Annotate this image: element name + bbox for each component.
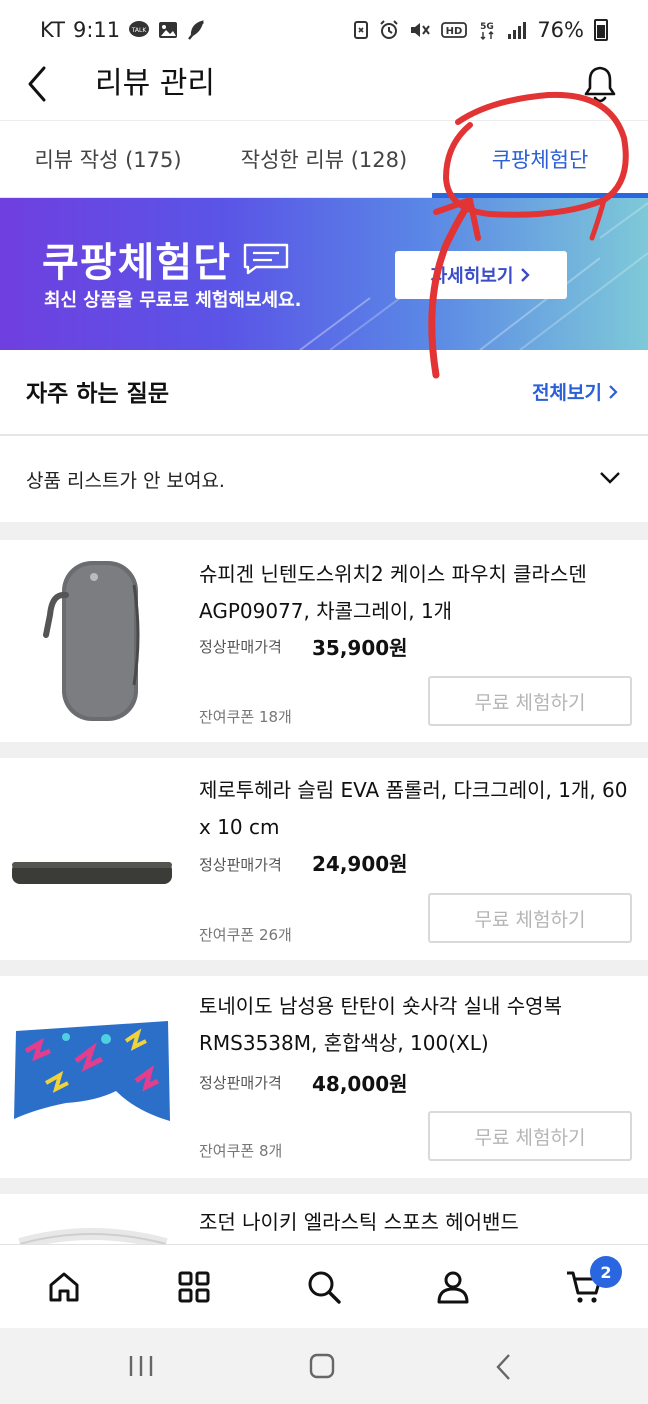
product-price: 24,900원 — [312, 852, 408, 876]
account-icon — [437, 1271, 469, 1304]
bell-icon — [584, 66, 616, 103]
5g-icon: 5G — [480, 22, 494, 40]
price-label: 정상판매가격 — [199, 856, 282, 874]
product-name: 조던 나이키 엘라스틱 스포츠 헤어밴드 — [199, 1210, 519, 1234]
signal-icon — [508, 22, 527, 39]
svg-text:HD: HD — [446, 26, 463, 37]
chevron-right-icon — [521, 268, 531, 282]
back-arrow-icon — [28, 66, 46, 102]
product-name: 제로투헤라 슬림 EVA 폼롤러, 다크그레이, 1개, 60 x 10 cm — [199, 778, 628, 839]
banner-title: 쿠팡체험단 — [42, 240, 231, 286]
remaining-coupons: 잔여쿠폰 26개 — [199, 926, 292, 944]
hd-icon: HD — [441, 22, 468, 38]
price-label: 정상판매가격 — [199, 638, 282, 656]
chevron-down-icon — [600, 472, 620, 484]
faq-title: 자주 하는 질문 — [26, 381, 169, 407]
svg-text:TALK: TALK — [131, 27, 148, 34]
product-card[interactable]: 제로투헤라 슬림 EVA 폼롤러, 다크그레이, 1개, 60 x 10 cm … — [0, 758, 648, 960]
faq-item[interactable]: 상품 리스트가 안 보여요. — [0, 436, 648, 522]
faq-question: 상품 리스트가 안 보여요. — [26, 470, 225, 492]
carrier-label: KT — [40, 18, 65, 42]
tab-coupang-trial[interactable]: 쿠팡체험단 — [432, 121, 648, 199]
product-image-swim-trunks — [14, 1021, 170, 1121]
trial-banner[interactable]: 쿠팡체험단 최신 상품을 무료로 체험해보세요. 자세히보기 — [0, 198, 648, 350]
back-button[interactable] — [22, 62, 62, 106]
section-divider — [0, 522, 648, 540]
alarm-icon — [380, 20, 399, 39]
page-title: 리뷰 관리 — [95, 66, 215, 101]
home-icon — [49, 1272, 79, 1302]
product-price: 35,900원 — [312, 636, 408, 660]
nav-home[interactable] — [40, 1265, 88, 1309]
product-name: 슈피겐 닌텐도스위치2 케이스 파우치 클라스덴 AGP09077, 차콜그레이… — [199, 562, 587, 623]
category-icon — [178, 1271, 210, 1303]
remaining-coupons: 잔여쿠폰 18개 — [199, 708, 292, 726]
nav-search[interactable] — [300, 1265, 348, 1309]
product-image-headband — [18, 1228, 168, 1244]
battery-icon — [594, 19, 608, 41]
search-icon — [308, 1271, 341, 1304]
product-card[interactable]: 토네이도 남성용 탄탄이 숏사각 실내 수영복 RMS3538M, 혼합색상, … — [0, 976, 648, 1178]
banner-detail-button[interactable]: 자세히보기 — [395, 251, 567, 299]
bottom-navigation — [0, 1244, 648, 1328]
free-trial-button[interactable]: 무료 체험하기 — [428, 676, 632, 726]
back-nav-icon[interactable] — [494, 1353, 514, 1381]
chevron-right-icon — [609, 384, 618, 399]
nav-category[interactable] — [170, 1265, 218, 1309]
nfc-icon — [354, 21, 369, 39]
review-tabs: 리뷰 작성 (175) 작성한 리뷰 (128) 쿠팡체험단 — [0, 120, 648, 198]
product-card[interactable]: 슈피겐 닌텐도스위치2 케이스 파우치 클라스덴 AGP09077, 차콜그레이… — [0, 540, 648, 742]
free-trial-button[interactable]: 무료 체험하기 — [428, 893, 632, 943]
recent-apps-icon[interactable] — [128, 1354, 154, 1378]
app-header: 리뷰 관리 — [0, 50, 648, 120]
nav-my-account[interactable] — [429, 1265, 477, 1309]
mute-icon — [411, 23, 431, 37]
chat-bubble-icon — [243, 243, 289, 275]
banner-subtitle: 최신 상품을 무료로 체험해보세요. — [44, 290, 302, 311]
product-image-foam-roller — [12, 862, 172, 884]
home-button-icon[interactable] — [309, 1353, 335, 1379]
notification-button[interactable] — [578, 60, 622, 108]
price-label: 정상판매가격 — [199, 1074, 282, 1092]
section-divider — [0, 742, 648, 758]
time-label: 9:11 — [72, 18, 121, 42]
product-name: 토네이도 남성용 탄탄이 숏사각 실내 수영복 RMS3538M, 혼합색상, … — [199, 994, 562, 1055]
section-divider — [0, 960, 648, 976]
faq-header: 자주 하는 질문 전체보기 — [0, 350, 648, 436]
free-trial-button[interactable]: 무료 체험하기 — [428, 1111, 632, 1161]
tab-written-reviews[interactable]: 작성한 리뷰 (128) — [216, 121, 432, 199]
cart-count-badge: 2 — [590, 1256, 622, 1288]
remaining-coupons: 잔여쿠폰 8개 — [199, 1142, 283, 1160]
product-price: 48,000원 — [312, 1072, 408, 1096]
battery-percent: 76% — [537, 18, 584, 42]
banner-detail-label: 자세히보기 — [430, 266, 514, 287]
product-image-case — [43, 561, 140, 721]
tab-write-review[interactable]: 리뷰 작성 (175) — [0, 121, 216, 199]
faq-view-all-link[interactable]: 전체보기 — [532, 378, 618, 405]
section-divider — [0, 1178, 648, 1194]
svg-text:5G: 5G — [480, 22, 494, 32]
feather-icon — [188, 20, 205, 40]
product-card[interactable]: 조던 나이키 엘라스틱 스포츠 헤어밴드 — [0, 1194, 648, 1244]
faq-view-all-label: 전체보기 — [532, 382, 602, 404]
gallery-icon — [159, 22, 178, 38]
system-navigation-bar — [0, 1328, 648, 1404]
talk-icon: TALK — [129, 21, 150, 37]
